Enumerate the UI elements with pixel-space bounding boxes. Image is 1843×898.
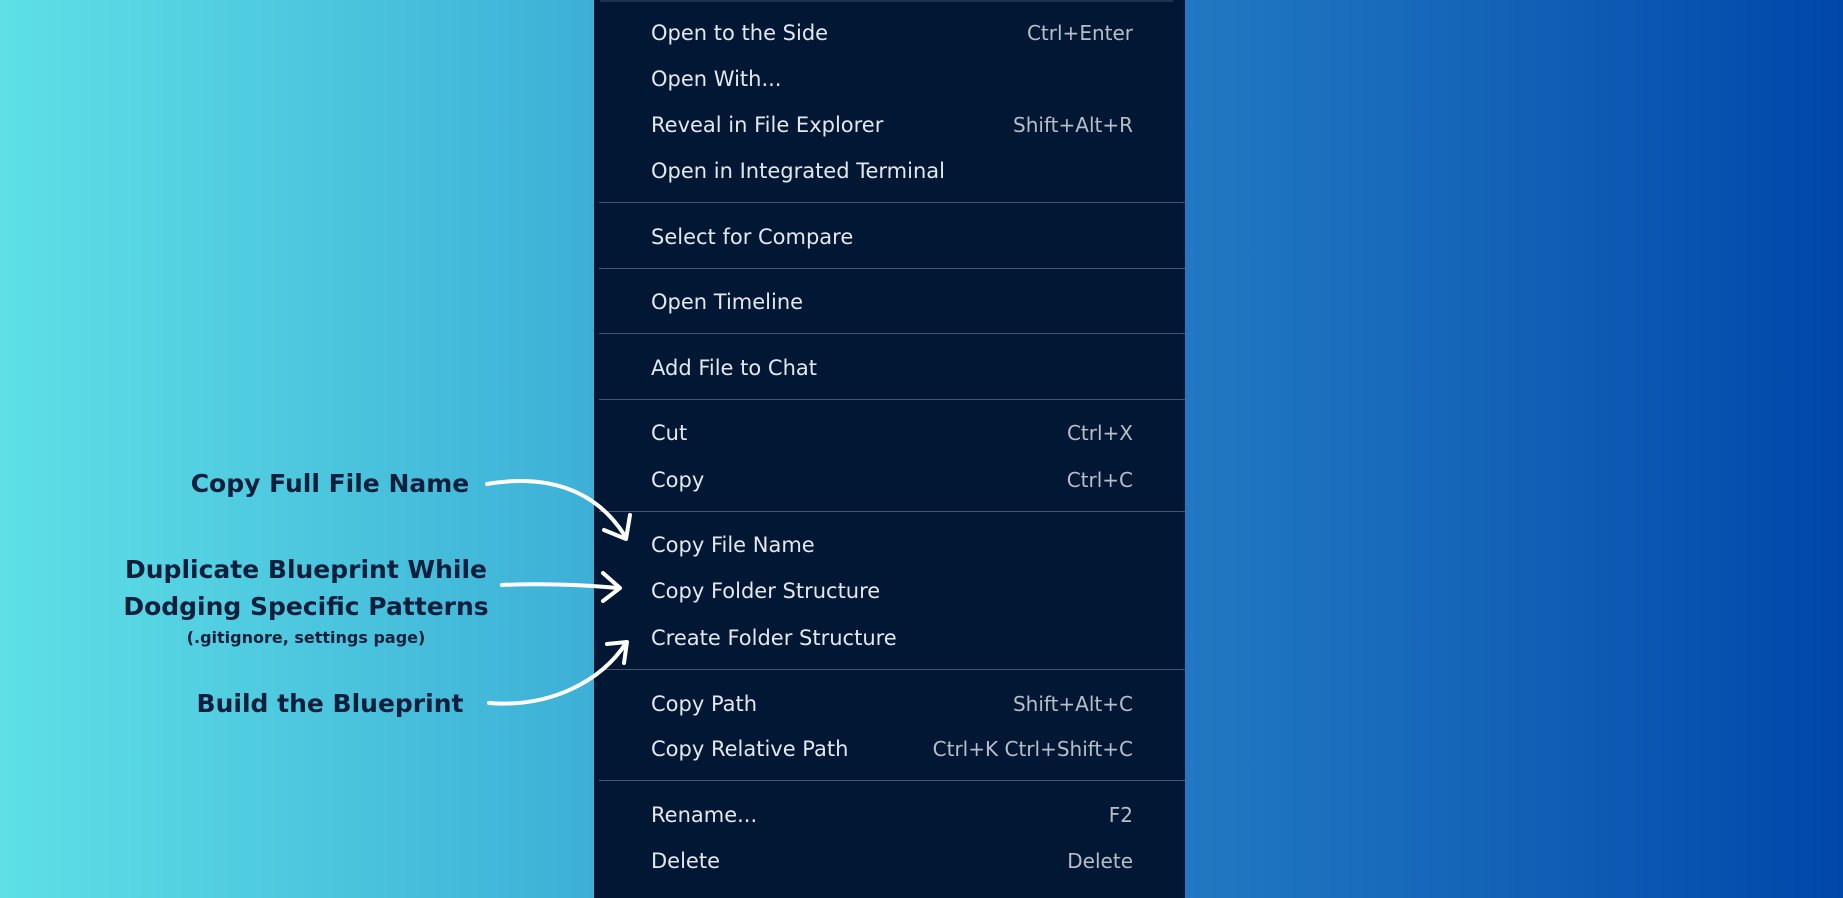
arrow-to-create-folder-structure [487, 641, 628, 706]
annotation-arrows [485, 479, 632, 706]
arrow-to-copy-folder-structure [500, 582, 620, 590]
arrow-to-copy-file-name [485, 479, 627, 538]
